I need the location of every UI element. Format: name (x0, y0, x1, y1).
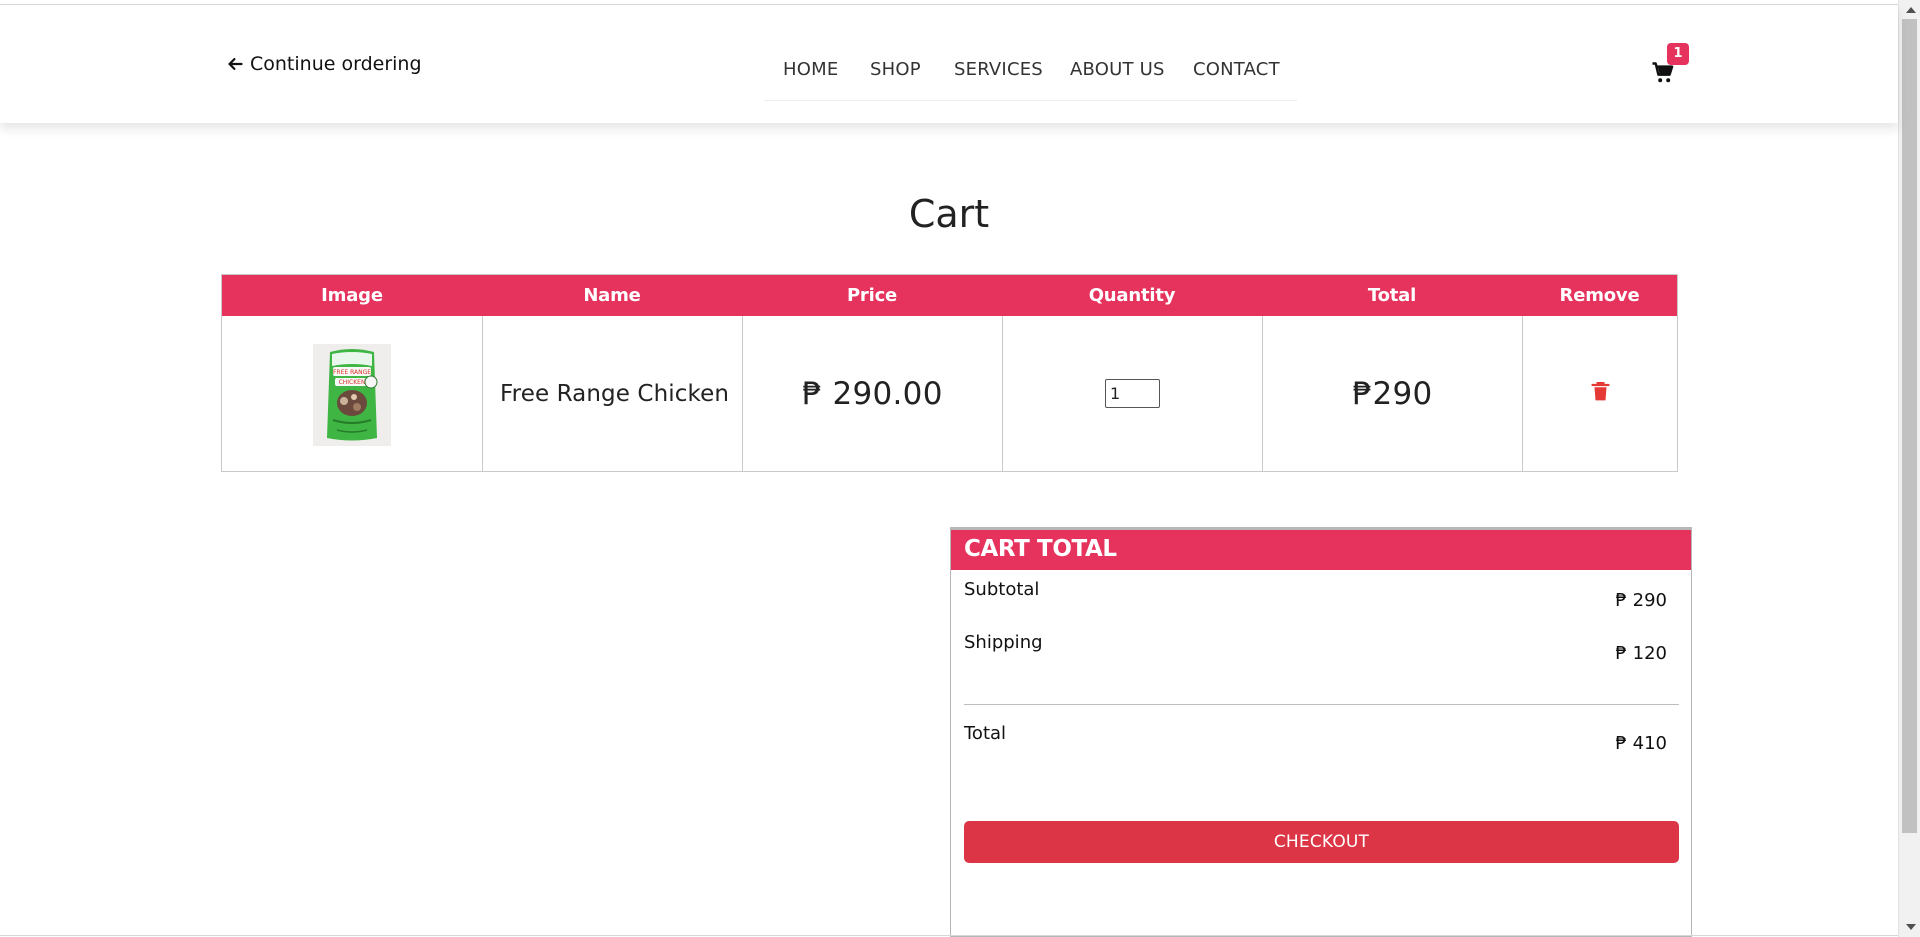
bottom-border (0, 935, 1898, 936)
main-navigation: HOME SHOP SERVICES ABOUT US CONTACT (764, 49, 1297, 101)
svg-text:CHICKEN: CHICKEN (339, 379, 366, 386)
product-name: Free Range Chicken (499, 380, 730, 407)
subtotal-label: Subtotal (964, 579, 1040, 600)
page-title: Cart (908, 192, 990, 237)
cart-image-cell: FREE RANGE CHICKEN (222, 316, 483, 471)
nav-contact[interactable]: CONTACT (1193, 59, 1280, 80)
quantity-input[interactable] (1105, 379, 1160, 408)
cart-price-cell: ₱ 290.00 (743, 316, 1003, 471)
scroll-down-icon[interactable] (1906, 924, 1916, 930)
scroll-up-icon[interactable] (1906, 7, 1916, 13)
trash-icon (1590, 381, 1610, 406)
remove-item-button[interactable] (1588, 382, 1612, 406)
nav-shop[interactable]: SHOP (870, 59, 921, 80)
cart-table-header: Image Name Price Quantity Total Remove (222, 275, 1677, 316)
arrow-left-icon (226, 55, 244, 73)
summary-divider (964, 704, 1679, 705)
nav-home[interactable]: HOME (783, 59, 838, 80)
total-label: Total (964, 723, 1007, 744)
nav-about-us[interactable]: ABOUT US (1070, 59, 1165, 80)
subtotal-value: ₱ 290 (1615, 590, 1667, 611)
product-price: ₱ 290.00 (802, 375, 943, 412)
svg-text:FREE RANGE: FREE RANGE (333, 369, 371, 376)
continue-ordering-link[interactable]: Continue ordering (226, 53, 422, 75)
header-remove: Remove (1559, 285, 1640, 306)
shipping-value: ₱ 120 (1615, 643, 1667, 664)
cart-total-title: CART TOTAL (964, 536, 1117, 562)
site-header: Continue ordering HOME SHOP SERVICES ABO… (0, 5, 1898, 123)
cart-total-panel: CART TOTAL Subtotal ₱ 290 Shipping ₱ 120… (950, 527, 1692, 937)
scrollbar-thumb[interactable] (1902, 19, 1917, 833)
header-name: Name (583, 285, 641, 306)
line-total: ₱290 (1352, 375, 1433, 412)
header-price: Price (846, 285, 898, 306)
cart-count-badge: 1 (1667, 43, 1689, 65)
cart-page: Continue ordering HOME SHOP SERVICES ABO… (0, 0, 1920, 937)
continue-ordering-label: Continue ordering (250, 53, 422, 75)
header-image: Image (321, 285, 383, 306)
cart-total-cell: ₱290 (1263, 316, 1523, 471)
cart-remove-cell (1523, 316, 1677, 471)
product-image: FREE RANGE CHICKEN (313, 343, 391, 446)
cart-table: Image Name Price Quantity Total Remove F… (221, 274, 1678, 472)
checkout-button[interactable]: CHECKOUT (964, 821, 1679, 863)
cart-row: FREE RANGE CHICKEN Free Range Chicken ₱ … (222, 316, 1677, 471)
nav-services[interactable]: SERVICES (954, 59, 1043, 80)
header-quantity: Quantity (1088, 285, 1176, 306)
page-scrollbar[interactable] (1898, 0, 1920, 937)
total-value: ₱ 410 (1615, 733, 1667, 754)
cart-total-header: CART TOTAL (951, 528, 1691, 570)
header-total: Total (1367, 285, 1417, 306)
cart-name-cell: Free Range Chicken (483, 316, 743, 471)
cart-quantity-cell (1003, 316, 1263, 471)
shipping-label: Shipping (964, 632, 1043, 653)
cart-button[interactable]: 1 (1651, 43, 1693, 92)
